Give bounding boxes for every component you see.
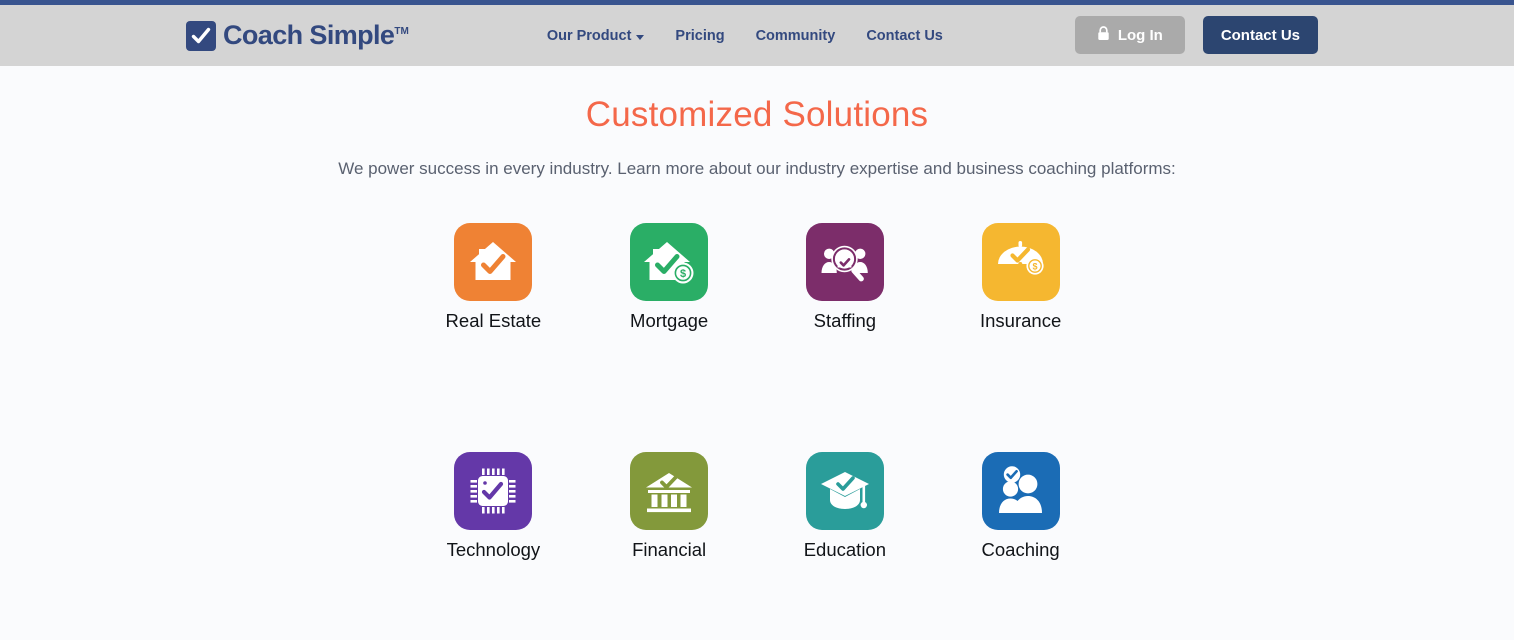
- industry-item-technology[interactable]: Technology: [406, 452, 582, 560]
- industry-item-mortgage[interactable]: $ Mortgage: [581, 223, 757, 331]
- industry-label-coaching: Coaching: [981, 539, 1060, 561]
- header-actions: Log In Contact Us: [1074, 16, 1318, 54]
- nav-item-our-product-label: Our Product: [546, 27, 632, 44]
- login-button-label: Log In: [1117, 26, 1163, 44]
- login-button[interactable]: Log In: [1074, 16, 1185, 54]
- people-magnifier-icon: [819, 236, 871, 288]
- industry-label-insurance: Insurance: [980, 310, 1062, 332]
- page-subtitle: We power success in every industry. Lear…: [338, 159, 1176, 178]
- industry-label-technology: Technology: [446, 539, 541, 561]
- nav-item-community-label: Community: [755, 27, 836, 44]
- main-navigation: Our Product Pricing Community Contact Us: [547, 28, 943, 44]
- checkbox-check-icon: [186, 20, 216, 51]
- brand-name-text: Coach Simple: [223, 20, 395, 50]
- industry-tile-coaching: [981, 452, 1060, 531]
- contact-us-button[interactable]: Contact Us: [1202, 16, 1318, 54]
- industry-item-financial[interactable]: Financial: [581, 452, 757, 560]
- industry-tile-mortgage: $: [630, 223, 709, 302]
- nav-item-pricing[interactable]: Pricing: [675, 28, 724, 44]
- industry-label-financial: Financial: [632, 539, 707, 561]
- industry-item-staffing[interactable]: Staffing: [757, 223, 933, 331]
- industry-item-education[interactable]: Education: [757, 452, 933, 560]
- industry-tile-financial: [630, 452, 709, 531]
- nav-item-our-product[interactable]: Our Product: [547, 28, 645, 44]
- industry-item-insurance[interactable]: $ Insurance: [933, 223, 1109, 331]
- brand-name: Coach SimpleTM: [223, 22, 409, 49]
- industry-item-real-estate[interactable]: Real Estate: [406, 223, 582, 331]
- brand-logo[interactable]: Coach SimpleTM: [186, 20, 409, 51]
- industry-label-staffing: Staffing: [813, 310, 877, 332]
- industry-tile-insurance: $: [981, 223, 1060, 302]
- house-check-dollar-icon: $: [642, 235, 696, 289]
- umbrella-check-dollar-icon: $: [995, 236, 1047, 288]
- bank-check-icon: [643, 465, 695, 517]
- lock-icon: [1097, 25, 1110, 45]
- graduation-cap-check-icon: [819, 465, 871, 517]
- site-header: Coach SimpleTM Our Product Pricing Commu…: [0, 5, 1514, 66]
- svg-text:$: $: [1032, 262, 1037, 272]
- page-title: Customized Solutions: [585, 95, 929, 134]
- chevron-down-icon: [636, 34, 645, 40]
- cpu-chip-check-icon: [467, 465, 519, 517]
- industry-tile-staffing: [805, 223, 884, 302]
- industry-item-coaching[interactable]: Coaching: [933, 452, 1109, 560]
- industry-tile-technology: [454, 452, 533, 531]
- industry-tile-real-estate: [454, 223, 533, 302]
- svg-text:$: $: [680, 268, 686, 280]
- nav-item-contact-us-label: Contact Us: [866, 27, 943, 44]
- industry-label-mortgage: Mortgage: [630, 310, 709, 332]
- nav-item-pricing-label: Pricing: [675, 27, 725, 44]
- house-check-icon: [466, 235, 520, 289]
- nav-item-contact-us[interactable]: Contact Us: [866, 28, 943, 44]
- brand-trademark: TM: [394, 26, 409, 37]
- industry-label-real-estate: Real Estate: [445, 310, 542, 332]
- people-check-icon: [995, 465, 1047, 517]
- industry-label-education: Education: [803, 539, 887, 561]
- industry-tile-education: [805, 452, 884, 531]
- main-content: Customized Solutions We power success in…: [0, 94, 1514, 561]
- contact-us-button-label: Contact Us: [1220, 26, 1300, 44]
- nav-item-community[interactable]: Community: [756, 28, 836, 44]
- industry-grid: Real Estate $ Mortgage Staffing $ Insura…: [406, 223, 1109, 561]
